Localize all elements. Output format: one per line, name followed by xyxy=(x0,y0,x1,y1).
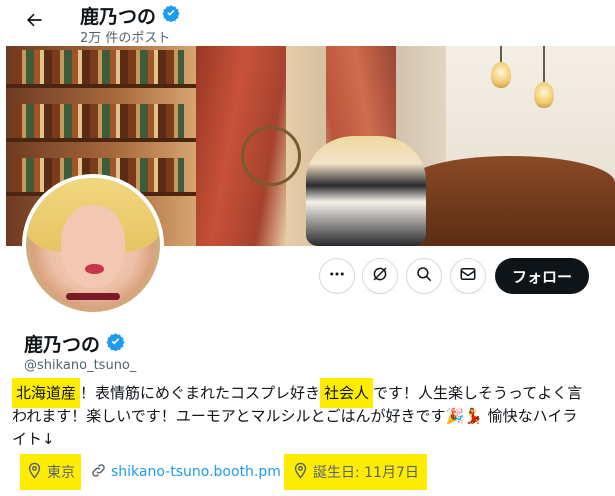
banner-books xyxy=(14,104,184,138)
more-button[interactable] xyxy=(319,258,355,294)
banner-figure xyxy=(306,136,426,246)
profile-meta: 東京 shikano-tsuno.booth.pm 誕生日: 11月7日 xyxy=(18,454,608,490)
location-icon xyxy=(26,462,43,483)
profile-name-text: 鹿乃つの xyxy=(24,334,101,356)
birthday-item: 誕生日: 11月7日 xyxy=(284,454,427,490)
website-link[interactable]: shikano-tsuno.booth.pm xyxy=(111,464,281,480)
location-text: 東京 xyxy=(47,465,75,481)
link-icon xyxy=(90,462,107,483)
profile-handle: @shikano_tsuno_ xyxy=(24,358,137,373)
bio-highlight: 北海道産 xyxy=(12,378,81,408)
bio-line-2: われます！楽しいです！ユーモアとマルシルとごはんが好きです🎉💃 愉快なハイラ xyxy=(12,405,604,428)
banner-bulb xyxy=(534,82,554,108)
banner-bed xyxy=(406,156,615,246)
top-bar: 鹿乃つの 2万 件のポスト xyxy=(0,0,615,46)
header-title: 鹿乃つの xyxy=(80,2,180,29)
bio-highlight: 社会人 xyxy=(320,378,374,408)
bio-text: われます！楽しいです！ユーモアとマルシルとごはんが好きです xyxy=(12,407,446,425)
location-item: 東京 xyxy=(20,454,81,490)
search-icon xyxy=(415,265,433,287)
back-arrow-icon xyxy=(24,10,44,34)
avatar-choker xyxy=(66,293,120,300)
message-button[interactable] xyxy=(450,258,486,294)
banner-bulb xyxy=(491,62,511,88)
birthday-icon xyxy=(292,462,309,483)
bio-text: 愉快なハイラ xyxy=(482,407,578,425)
birthday-text: 誕生日: 11月7日 xyxy=(313,465,419,481)
bio-line-1: 北海道産 ！表情筋にめぐまれたコスプレ好き 社会人 です！人生楽しそうってよく言 xyxy=(12,378,604,408)
profile-name: 鹿乃つの xyxy=(24,330,125,357)
profile-bio: 北海道産 ！表情筋にめぐまれたコスプレ好き 社会人 です！人生楽しそうってよく言 われ… xyxy=(12,378,604,451)
website-item[interactable]: shikano-tsuno.booth.pm xyxy=(90,454,281,490)
header-title-text: 鹿乃つの xyxy=(80,6,157,28)
grok-icon xyxy=(371,265,389,287)
message-icon xyxy=(459,265,477,287)
more-icon xyxy=(328,265,346,287)
bio-text: ！表情筋にめぐまれたコスプレ好き xyxy=(80,384,321,402)
banner-shelf xyxy=(6,138,196,142)
banner-books xyxy=(14,50,184,84)
avatar-photo xyxy=(26,178,160,312)
search-button[interactable] xyxy=(406,258,442,294)
back-button[interactable] xyxy=(18,6,50,38)
banner-shelf xyxy=(6,84,196,88)
bio-text: です！人生楽しそうってよく言 xyxy=(373,384,583,402)
banner-globe xyxy=(241,126,301,186)
post-count: 2万 件のポスト xyxy=(80,31,171,46)
avatar[interactable] xyxy=(22,174,164,316)
avatar-face xyxy=(60,204,126,288)
grok-button[interactable] xyxy=(362,258,398,294)
verified-badge-icon xyxy=(162,4,180,27)
banner-cord xyxy=(543,46,545,84)
bio-line-3: イト↓ xyxy=(12,430,55,448)
follow-button[interactable]: フォロー xyxy=(495,258,589,294)
bio-emoji: 🎉💃 xyxy=(445,407,483,425)
verified-badge-icon[interactable] xyxy=(106,332,125,356)
